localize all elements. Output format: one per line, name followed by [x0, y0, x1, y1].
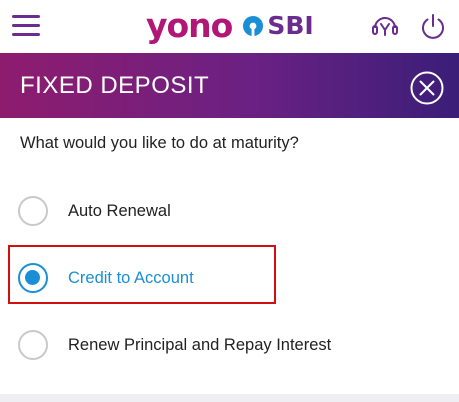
- bottom-divider: [0, 394, 459, 402]
- app-logo: yono SBI: [146, 6, 314, 46]
- top-bar: yono SBI: [0, 0, 459, 53]
- radio-button[interactable]: [18, 196, 48, 226]
- page-header: FIXED DEPOSIT: [0, 53, 459, 118]
- sbi-logo-icon: [243, 16, 264, 37]
- option-auto-renewal[interactable]: Auto Renewal: [18, 195, 438, 227]
- radio-button[interactable]: [18, 330, 48, 360]
- headset-support-icon[interactable]: [370, 12, 400, 42]
- radio-button-selected[interactable]: [18, 263, 48, 293]
- close-icon[interactable]: [409, 70, 445, 106]
- page-title: FIXED DEPOSIT: [20, 72, 210, 99]
- option-label: Renew Principal and Repay Interest: [68, 336, 332, 354]
- maturity-question: What would you like to do at maturity?: [20, 134, 299, 152]
- option-label: Credit to Account: [68, 269, 194, 287]
- hamburger-menu-icon[interactable]: [12, 15, 40, 37]
- logo-sbi-text: SBI: [267, 11, 314, 40]
- power-logout-icon[interactable]: [419, 11, 447, 41]
- option-credit-to-account[interactable]: Credit to Account: [18, 262, 438, 294]
- logo-yono-text: yono: [146, 6, 233, 45]
- option-label: Auto Renewal: [68, 202, 171, 220]
- option-renew-principal-repay-interest[interactable]: Renew Principal and Repay Interest: [18, 329, 438, 361]
